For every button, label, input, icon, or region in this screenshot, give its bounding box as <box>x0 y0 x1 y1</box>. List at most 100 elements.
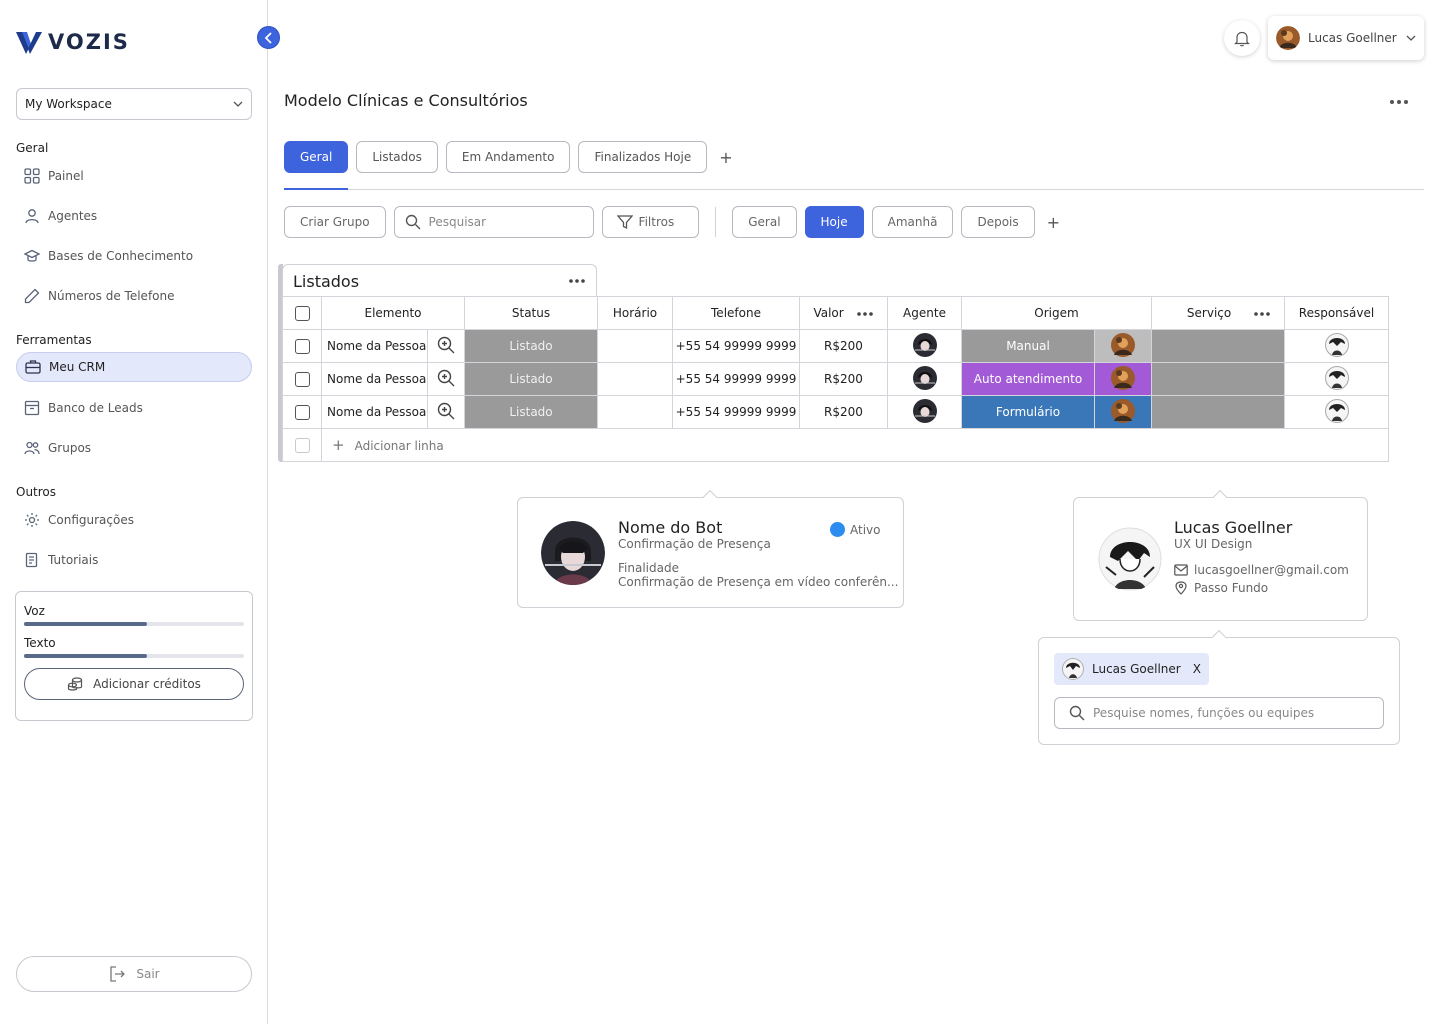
add-period-button[interactable]: + <box>1047 213 1060 232</box>
add-tab-button[interactable]: + <box>719 148 732 167</box>
status-cell[interactable]: Listado <box>464 362 598 396</box>
sidebar-item-tutoriais[interactable]: Tutoriais <box>16 545 252 575</box>
agent-avatar[interactable] <box>912 365 937 390</box>
search-input[interactable]: Pesquisar <box>393 206 594 238</box>
servico-cell[interactable] <box>1151 329 1285 363</box>
telefone-cell[interactable]: +55 54 99999 9999 <box>672 395 800 429</box>
users-icon <box>24 441 40 455</box>
add-credits-button[interactable]: Adicionar créditos <box>24 668 244 700</box>
origin-avatar[interactable] <box>1111 365 1135 390</box>
elemento-cell[interactable]: Nome da Pessoa <box>321 362 428 396</box>
servico-cell[interactable] <box>1151 362 1285 396</box>
add-row-button[interactable]: + Adicionar linha <box>321 428 1389 462</box>
more-horizontal-icon[interactable] <box>568 278 586 284</box>
telefone-cell[interactable]: +55 54 99999 9999 <box>672 362 800 396</box>
valor-cell[interactable]: R$200 <box>799 395 888 429</box>
logout-button[interactable]: Sair <box>16 956 252 992</box>
period-hoje[interactable]: Hoje <box>804 206 864 238</box>
servico-cell[interactable] <box>1151 395 1285 429</box>
open-item-cell <box>427 395 465 429</box>
brand-name: VOZIS <box>48 30 130 54</box>
column-header-responsavel[interactable]: Responsável <box>1284 296 1389 330</box>
gear-icon <box>25 513 39 527</box>
card-pointer <box>1211 629 1227 645</box>
sidebar-item-label: Banco de Leads <box>48 401 143 415</box>
search-icon <box>1069 705 1085 721</box>
responsible-avatar[interactable] <box>1324 398 1349 423</box>
telefone-cell[interactable]: +55 54 99999 9999 <box>672 329 800 363</box>
sidebar-item-banco-leads[interactable]: Banco de Leads <box>16 393 252 423</box>
sidebar-item-meu-crm[interactable]: Meu CRM <box>16 352 252 382</box>
user-menu[interactable]: Lucas Goellner <box>1268 16 1424 60</box>
sidebar-item-numeros[interactable]: Números de Telefone <box>16 281 252 311</box>
agent-avatar[interactable] <box>912 398 937 423</box>
period-amanha[interactable]: Amanhã <box>871 206 954 238</box>
zoom-in-icon[interactable] <box>437 369 455 387</box>
origin-avatar[interactable] <box>1111 398 1135 423</box>
column-header-servico[interactable]: Serviço <box>1187 306 1231 320</box>
horario-cell[interactable] <box>597 329 673 363</box>
toolbar: Criar Grupo Pesquisar Filtros Geral Hoje… <box>284 206 1060 238</box>
user-card-email-row: lucasgoellner@gmail.com <box>1174 563 1349 577</box>
responsible-avatar[interactable] <box>1324 365 1349 390</box>
people-search-input[interactable]: Pesquise nomes, funções ou equipes <box>1054 697 1384 729</box>
row-checkbox[interactable] <box>294 371 310 387</box>
responsible-avatar[interactable] <box>1324 332 1349 357</box>
filters-button[interactable]: Filtros <box>601 206 700 238</box>
sidebar-item-agentes[interactable]: Agentes <box>16 201 252 231</box>
column-header-horario[interactable]: Horário <box>597 296 673 330</box>
workspace-select[interactable]: My Workspace <box>16 88 252 120</box>
user-card-email[interactable]: lucasgoellner@gmail.com <box>1194 563 1349 577</box>
column-header-elemento[interactable]: Elemento <box>321 296 465 330</box>
brand-logo[interactable]: VOZIS <box>16 30 130 54</box>
agent-avatar[interactable] <box>912 332 937 357</box>
table-row: Nome da Pessoa Listado +55 54 99999 9999 R$… <box>282 329 1389 363</box>
status-cell[interactable]: Listado <box>464 395 598 429</box>
tab-em-andamento[interactable]: Em Andamento <box>445 141 571 173</box>
row-checkbox[interactable] <box>294 404 310 420</box>
responsavel-cell <box>1284 362 1389 396</box>
sidebar-item-painel[interactable]: Painel <box>16 161 252 191</box>
origem-avatar-cell <box>1094 362 1152 396</box>
agente-cell <box>887 329 962 363</box>
group-name[interactable]: Listados <box>293 272 359 291</box>
row-checkbox[interactable] <box>294 338 310 354</box>
chip-remove-button[interactable]: X <box>1193 662 1201 676</box>
column-header-status[interactable]: Status <box>464 296 598 330</box>
sidebar-item-label: Configurações <box>48 513 134 527</box>
horario-cell[interactable] <box>597 362 673 396</box>
tab-finalizados-hoje[interactable]: Finalizados Hoje <box>578 141 708 173</box>
elemento-cell[interactable]: Nome da Pessoa <box>321 395 428 429</box>
sidebar-item-configuracoes[interactable]: Configurações <box>16 505 252 535</box>
origem-cell[interactable]: Auto atendimento <box>961 362 1095 396</box>
origem-cell[interactable]: Manual <box>961 329 1095 363</box>
tab-geral[interactable]: Geral <box>284 141 349 173</box>
status-cell[interactable]: Listado <box>464 329 598 363</box>
horario-cell[interactable] <box>597 395 673 429</box>
period-depois[interactable]: Depois <box>961 206 1035 238</box>
column-header-agente[interactable]: Agente <box>887 296 962 330</box>
column-header-telefone[interactable]: Telefone <box>672 296 800 330</box>
collapse-sidebar-button[interactable] <box>257 26 280 49</box>
more-horizontal-icon[interactable] <box>856 311 874 317</box>
page-more-menu[interactable] <box>1389 95 1409 105</box>
column-header-valor[interactable]: Valor <box>813 306 843 320</box>
origem-cell[interactable]: Formulário <box>961 395 1095 429</box>
period-geral[interactable]: Geral <box>732 206 797 238</box>
tab-listados[interactable]: Listados <box>356 141 438 173</box>
column-header-servico-cell: Serviço <box>1151 296 1285 330</box>
section-title-ferramentas: Ferramentas <box>16 333 92 347</box>
valor-cell[interactable]: R$200 <box>799 362 888 396</box>
sidebar-item-grupos[interactable]: Grupos <box>16 433 252 463</box>
zoom-in-icon[interactable] <box>437 402 455 420</box>
more-horizontal-icon[interactable] <box>1253 311 1271 317</box>
select-all-checkbox[interactable] <box>294 305 310 321</box>
notifications-button[interactable] <box>1224 20 1260 56</box>
sidebar-item-bases[interactable]: Bases de Conhecimento <box>16 241 252 271</box>
zoom-in-icon[interactable] <box>437 336 455 354</box>
origin-avatar[interactable] <box>1111 332 1135 357</box>
elemento-cell[interactable]: Nome da Pessoa <box>321 329 428 363</box>
create-group-button[interactable]: Criar Grupo <box>284 206 386 238</box>
valor-cell[interactable]: R$200 <box>799 329 888 363</box>
column-header-origem[interactable]: Origem <box>961 296 1152 330</box>
